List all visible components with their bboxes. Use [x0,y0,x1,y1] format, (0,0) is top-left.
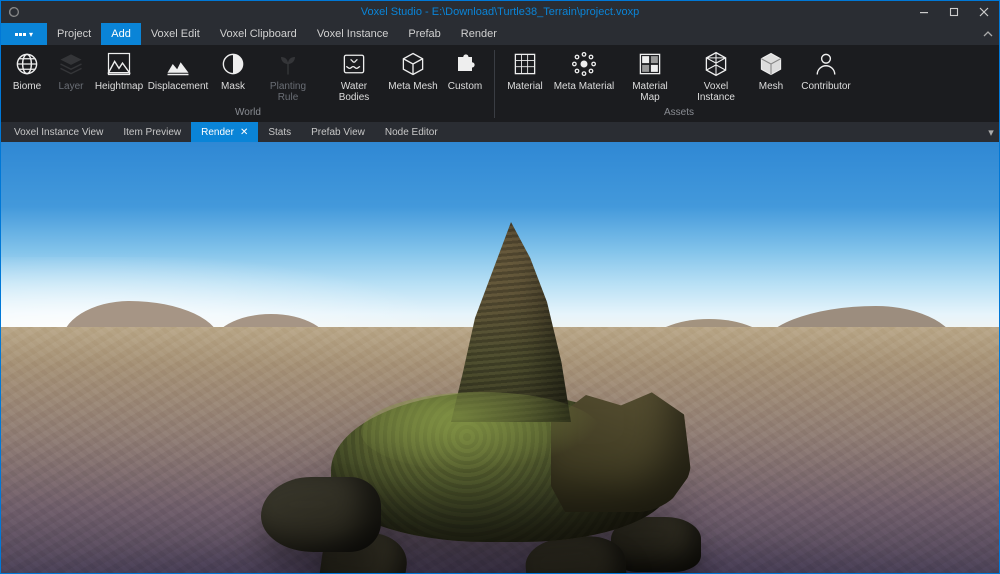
meta-material-button[interactable]: Meta Material [551,46,617,106]
material-map-button[interactable]: Material Map [617,46,683,106]
turtle-terrain-model [271,322,731,573]
metamat-icon [570,50,598,78]
menu-prefab[interactable]: Prefab [398,23,450,45]
voxel-instance-button[interactable]: Voxel Instance [683,46,749,106]
tab-label: Render [201,127,234,138]
material-button[interactable]: Material [499,46,551,106]
close-button[interactable] [969,1,999,23]
tab-render[interactable]: Render ✕ [191,122,258,142]
menu-render[interactable]: Render [451,23,507,45]
ribbon-group-world: Biome Layer Heightmap Displacement Mask Plant… [1,46,495,122]
matmap-icon [636,50,664,78]
window-title: Voxel Studio - E:\Download\Turtle38_Terr… [361,6,639,18]
ribbon-collapse-button[interactable] [977,23,999,45]
tab-voxel-instance-view[interactable]: Voxel Instance View [4,122,113,142]
ribbon-button-label: Voxel Instance [697,81,735,103]
person-icon [812,50,840,78]
minimize-button[interactable] [909,1,939,23]
puzzle-icon [451,50,479,78]
ribbon-group-label: Assets [499,106,859,120]
plant-icon [274,50,302,78]
menu-bar: ▾ ProjectAddVoxel EditVoxel ClipboardVox… [1,23,999,45]
ribbon-button-label: Layer [58,81,83,92]
mesh-icon [399,50,427,78]
contributor-button[interactable]: Contributor [793,46,859,106]
ribbon-group-label: World [5,106,491,120]
tab-label: Voxel Instance View [14,127,103,138]
displacement-button[interactable]: Displacement [145,46,211,106]
tab-prefab-view[interactable]: Prefab View [301,122,375,142]
ribbon-button-label: Meta Mesh [388,81,437,92]
tab-label: Node Editor [385,127,438,138]
biome-button[interactable]: Biome [5,46,49,106]
planting-rule-button: Planting Rule [255,46,321,106]
mask-icon [219,50,247,78]
ribbon-button-label: Custom [448,81,482,92]
tab-overflow-button[interactable]: ▾ [983,122,999,142]
render-viewport[interactable] [1,142,999,573]
tab-label: Item Preview [123,127,181,138]
ribbon-button-label: Contributor [801,81,850,92]
heightmap-button[interactable]: Heightmap [93,46,145,106]
document-tab-strip: Voxel Instance View Item Preview Render ✕ St… [1,122,999,142]
voxinst-icon [702,50,730,78]
ribbon-button-label: Material [507,81,543,92]
meta-mesh-button[interactable]: Meta Mesh [387,46,439,106]
material-icon [511,50,539,78]
ribbon-button-label: Displacement [148,81,209,92]
menu-voxel-instance[interactable]: Voxel Instance [307,23,399,45]
ribbon-toolbar: Biome Layer Heightmap Displacement Mask Plant… [1,45,999,122]
title-bar: Voxel Studio - E:\Download\Turtle38_Terr… [1,1,999,23]
heightmap-icon [105,50,133,78]
water-bodies-button[interactable]: Water Bodies [321,46,387,106]
mesh-button[interactable]: Mesh [749,46,793,106]
caret-down-icon: ▾ [29,30,33,39]
file-menu-button[interactable]: ▾ [1,23,47,45]
layer-button: Layer [49,46,93,106]
ribbon-button-label: Water Bodies [339,81,370,103]
ribbon-button-label: Heightmap [95,81,143,92]
displacement-icon [164,50,192,78]
ribbon-button-label: Material Map [632,81,668,103]
globe-icon [13,50,41,78]
ribbon-group-assets: Material Meta Material Material Map Voxel I… [495,46,863,122]
tab-stats[interactable]: Stats [258,122,301,142]
water-icon [340,50,368,78]
ribbon-button-label: Mesh [759,81,783,92]
menu-project[interactable]: Project [47,23,101,45]
tab-label: Prefab View [311,127,365,138]
app-menu-icon [15,33,26,36]
ribbon-button-label: Planting Rule [270,81,306,103]
layers-icon [57,50,85,78]
tab-node-editor[interactable]: Node Editor [375,122,448,142]
ribbon-button-label: Biome [13,81,41,92]
tab-item-preview[interactable]: Item Preview [113,122,191,142]
menu-voxel-clipboard[interactable]: Voxel Clipboard [210,23,307,45]
ribbon-button-label: Meta Material [554,81,615,92]
close-icon[interactable]: ✕ [240,127,248,138]
menu-add[interactable]: Add [101,23,141,45]
mask-button[interactable]: Mask [211,46,255,106]
app-icon [1,5,27,19]
tab-label: Stats [268,127,291,138]
maximize-button[interactable] [939,1,969,23]
ribbon-button-label: Mask [221,81,245,92]
custom-button[interactable]: Custom [439,46,491,106]
meshfull-icon [757,50,785,78]
menu-voxel-edit[interactable]: Voxel Edit [141,23,210,45]
